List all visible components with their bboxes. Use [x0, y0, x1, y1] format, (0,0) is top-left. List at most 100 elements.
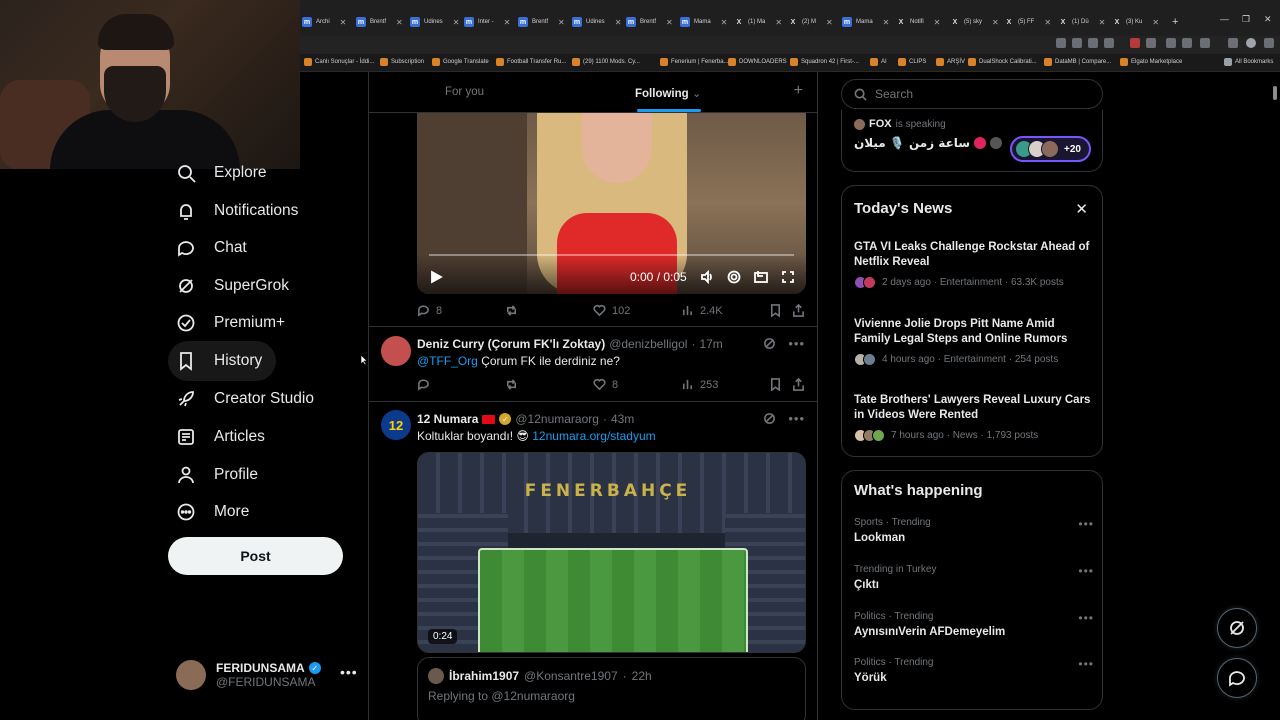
share-button[interactable]	[792, 304, 805, 317]
repost-button[interactable]	[505, 304, 518, 317]
picture-in-picture-icon[interactable]	[754, 270, 768, 284]
sidebar-item-explore[interactable]: Explore	[168, 153, 281, 193]
author-name[interactable]: Deniz Curry (Çorum FK'lı Zoktay)	[417, 337, 605, 351]
browser-tab[interactable]: m Udines ✕	[572, 12, 621, 32]
tab-for-you[interactable]: For you	[445, 86, 484, 98]
tab-close-icon[interactable]: ✕	[721, 18, 728, 27]
bookmark-item[interactable]: Elgato Marketplace	[1120, 58, 1182, 66]
browser-tab[interactable]: X (5) sky ✕	[950, 12, 999, 32]
views-button[interactable]: 253	[681, 378, 718, 391]
sidebar-item-notifications[interactable]: Notifications	[168, 191, 312, 231]
author-handle[interactable]: @12numaraorg	[515, 412, 599, 426]
restore-icon[interactable]: ❐	[1242, 14, 1250, 25]
browser-tab[interactable]: m Brentf ✕	[626, 12, 673, 32]
tab-close-icon[interactable]: ✕	[992, 18, 999, 27]
more-icon[interactable]: •••	[1078, 517, 1094, 531]
video-player[interactable]: 0:00 / 0:05	[417, 113, 806, 294]
author-handle[interactable]: @denizbelligol	[609, 337, 687, 351]
browser-tab[interactable]: X (5) FF ✕	[1004, 12, 1051, 32]
bookmark-item[interactable]: Google Translate	[432, 58, 489, 66]
account-more-icon[interactable]: •••	[340, 664, 358, 680]
sidebar-item-creator-studio[interactable]: Creator Studio	[168, 379, 328, 419]
share-button[interactable]	[792, 378, 805, 391]
browser-tab[interactable]: m Brentf ✕	[356, 12, 403, 32]
repost-button[interactable]	[505, 378, 518, 391]
browser-tab[interactable]: m Inter - ✕	[464, 12, 510, 32]
bookmark-item[interactable]: ARŞİV	[936, 58, 965, 66]
download-icon[interactable]	[1228, 38, 1238, 48]
tab-close-icon[interactable]: ✕	[1099, 18, 1106, 27]
close-window-icon[interactable]: ✕	[1264, 14, 1272, 25]
search-input[interactable]: Search	[841, 79, 1103, 109]
mention-link[interactable]: @TFF_Org	[417, 354, 478, 368]
browser-tab[interactable]: X (1) Dü ✕	[1058, 12, 1106, 32]
author-name[interactable]: 12 Numara	[417, 412, 478, 426]
all-bookmarks[interactable]: All Bookmarks	[1224, 58, 1273, 66]
bookmark-item[interactable]: CLIPS	[898, 58, 926, 66]
sidebar-item-profile[interactable]: Profile	[168, 455, 272, 495]
browser-tab[interactable]: m Udines ✕	[410, 12, 459, 32]
extension-icon[interactable]	[1146, 38, 1156, 48]
tab-close-icon[interactable]: ✕	[340, 18, 347, 27]
tab-close-icon[interactable]: ✕	[826, 18, 833, 27]
trend-item[interactable]: Politics · Trending AynısınıVerin AFDemey…	[854, 611, 1094, 638]
new-tab-icon[interactable]: +	[1172, 12, 1178, 32]
avatar[interactable]: 12	[381, 410, 411, 440]
avatar[interactable]	[381, 336, 411, 366]
tab-close-icon[interactable]: ✕	[558, 18, 565, 27]
tab-close-icon[interactable]: ✕	[666, 18, 673, 27]
trend-item[interactable]: Sports · Trending Lookman •••	[854, 517, 1094, 544]
more-icon[interactable]: •••	[788, 411, 805, 426]
minimize-icon[interactable]: —	[1220, 14, 1229, 24]
video-seek-bar[interactable]	[429, 254, 794, 256]
profile-avatar-icon[interactable]	[1246, 38, 1256, 48]
sidebar-item-more[interactable]: More	[168, 492, 263, 532]
volume-icon[interactable]	[700, 269, 714, 285]
bookmark-button[interactable]	[769, 378, 782, 391]
stadium-video[interactable]: FENERBAHÇE 0:24	[417, 452, 806, 653]
browser-tab[interactable]: X Notifi ✕	[896, 12, 941, 32]
more-icon[interactable]: •••	[1078, 611, 1094, 625]
extension-icon[interactable]	[1166, 38, 1176, 48]
reply-button[interactable]: 8	[417, 304, 442, 317]
play-icon[interactable]	[429, 270, 443, 284]
menu-kebab-icon[interactable]	[1264, 38, 1274, 48]
tweet-time[interactable]: 43m	[611, 412, 634, 426]
account-switcher[interactable]: FERIDUNSAMA ✓ @FERIDUNSAMA •••	[176, 658, 358, 692]
bookmark-item[interactable]: Football Transfer Ru...	[496, 58, 566, 66]
star-icon[interactable]	[1104, 38, 1114, 48]
tab-close-icon[interactable]: ✕	[504, 18, 511, 27]
browser-tab[interactable]: X (2) M ✕	[788, 12, 833, 32]
news-item[interactable]: GTA VI Leaks Challenge Rockstar Ahead of…	[854, 240, 1094, 289]
sidebar-item-premium[interactable]: Premium+	[168, 303, 299, 343]
share-icon[interactable]	[1088, 38, 1098, 48]
messages-button[interactable]	[1217, 658, 1257, 698]
scrollbar-thumb[interactable]	[1273, 86, 1277, 100]
sidebar-item-supergrok[interactable]: SuperGrok	[168, 266, 303, 306]
post-button[interactable]: Post	[168, 537, 343, 575]
browser-tab[interactable]: X (3) Ku ✕	[1112, 12, 1159, 32]
quoted-tweet[interactable]: İbrahim1907 @Konsantre1907 · 22h Replyin…	[417, 657, 806, 720]
bookmark-item[interactable]: DOWNLOADERS	[728, 58, 787, 66]
bookmark-button[interactable]	[769, 304, 782, 317]
trend-item[interactable]: Politics · Trending Yörük •••	[854, 657, 1094, 684]
translate-icon[interactable]	[1056, 38, 1066, 48]
tab-following[interactable]: Following ⌄	[635, 86, 702, 100]
extension-icon[interactable]	[1182, 38, 1192, 48]
bookmark-item[interactable]: AI	[870, 58, 887, 66]
zoom-icon[interactable]	[1072, 38, 1082, 48]
browser-tab[interactable]: m Mama ✕	[842, 12, 889, 32]
browser-tab[interactable]: X (1) Ma ✕	[734, 12, 782, 32]
browser-tab[interactable]: m Brentf ✕	[518, 12, 565, 32]
more-icon[interactable]: •••	[788, 336, 805, 351]
bookmark-item[interactable]: Subscription	[380, 58, 424, 66]
close-icon[interactable]: ✕	[1075, 200, 1088, 218]
tweet-link[interactable]: 12numara.org/stadyum	[532, 429, 655, 443]
more-icon[interactable]: •••	[1078, 564, 1094, 578]
space-card[interactable]: FOX is speaking ساعة زمن 🎙️ ميلان +20	[841, 110, 1103, 172]
like-button[interactable]: 8	[593, 378, 618, 391]
like-button[interactable]: 102	[593, 304, 630, 317]
grok-icon[interactable]	[763, 337, 776, 350]
tab-close-icon[interactable]: ✕	[934, 18, 941, 27]
news-item[interactable]: Vivienne Jolie Drops Pitt Name Amid Fami…	[854, 317, 1094, 366]
